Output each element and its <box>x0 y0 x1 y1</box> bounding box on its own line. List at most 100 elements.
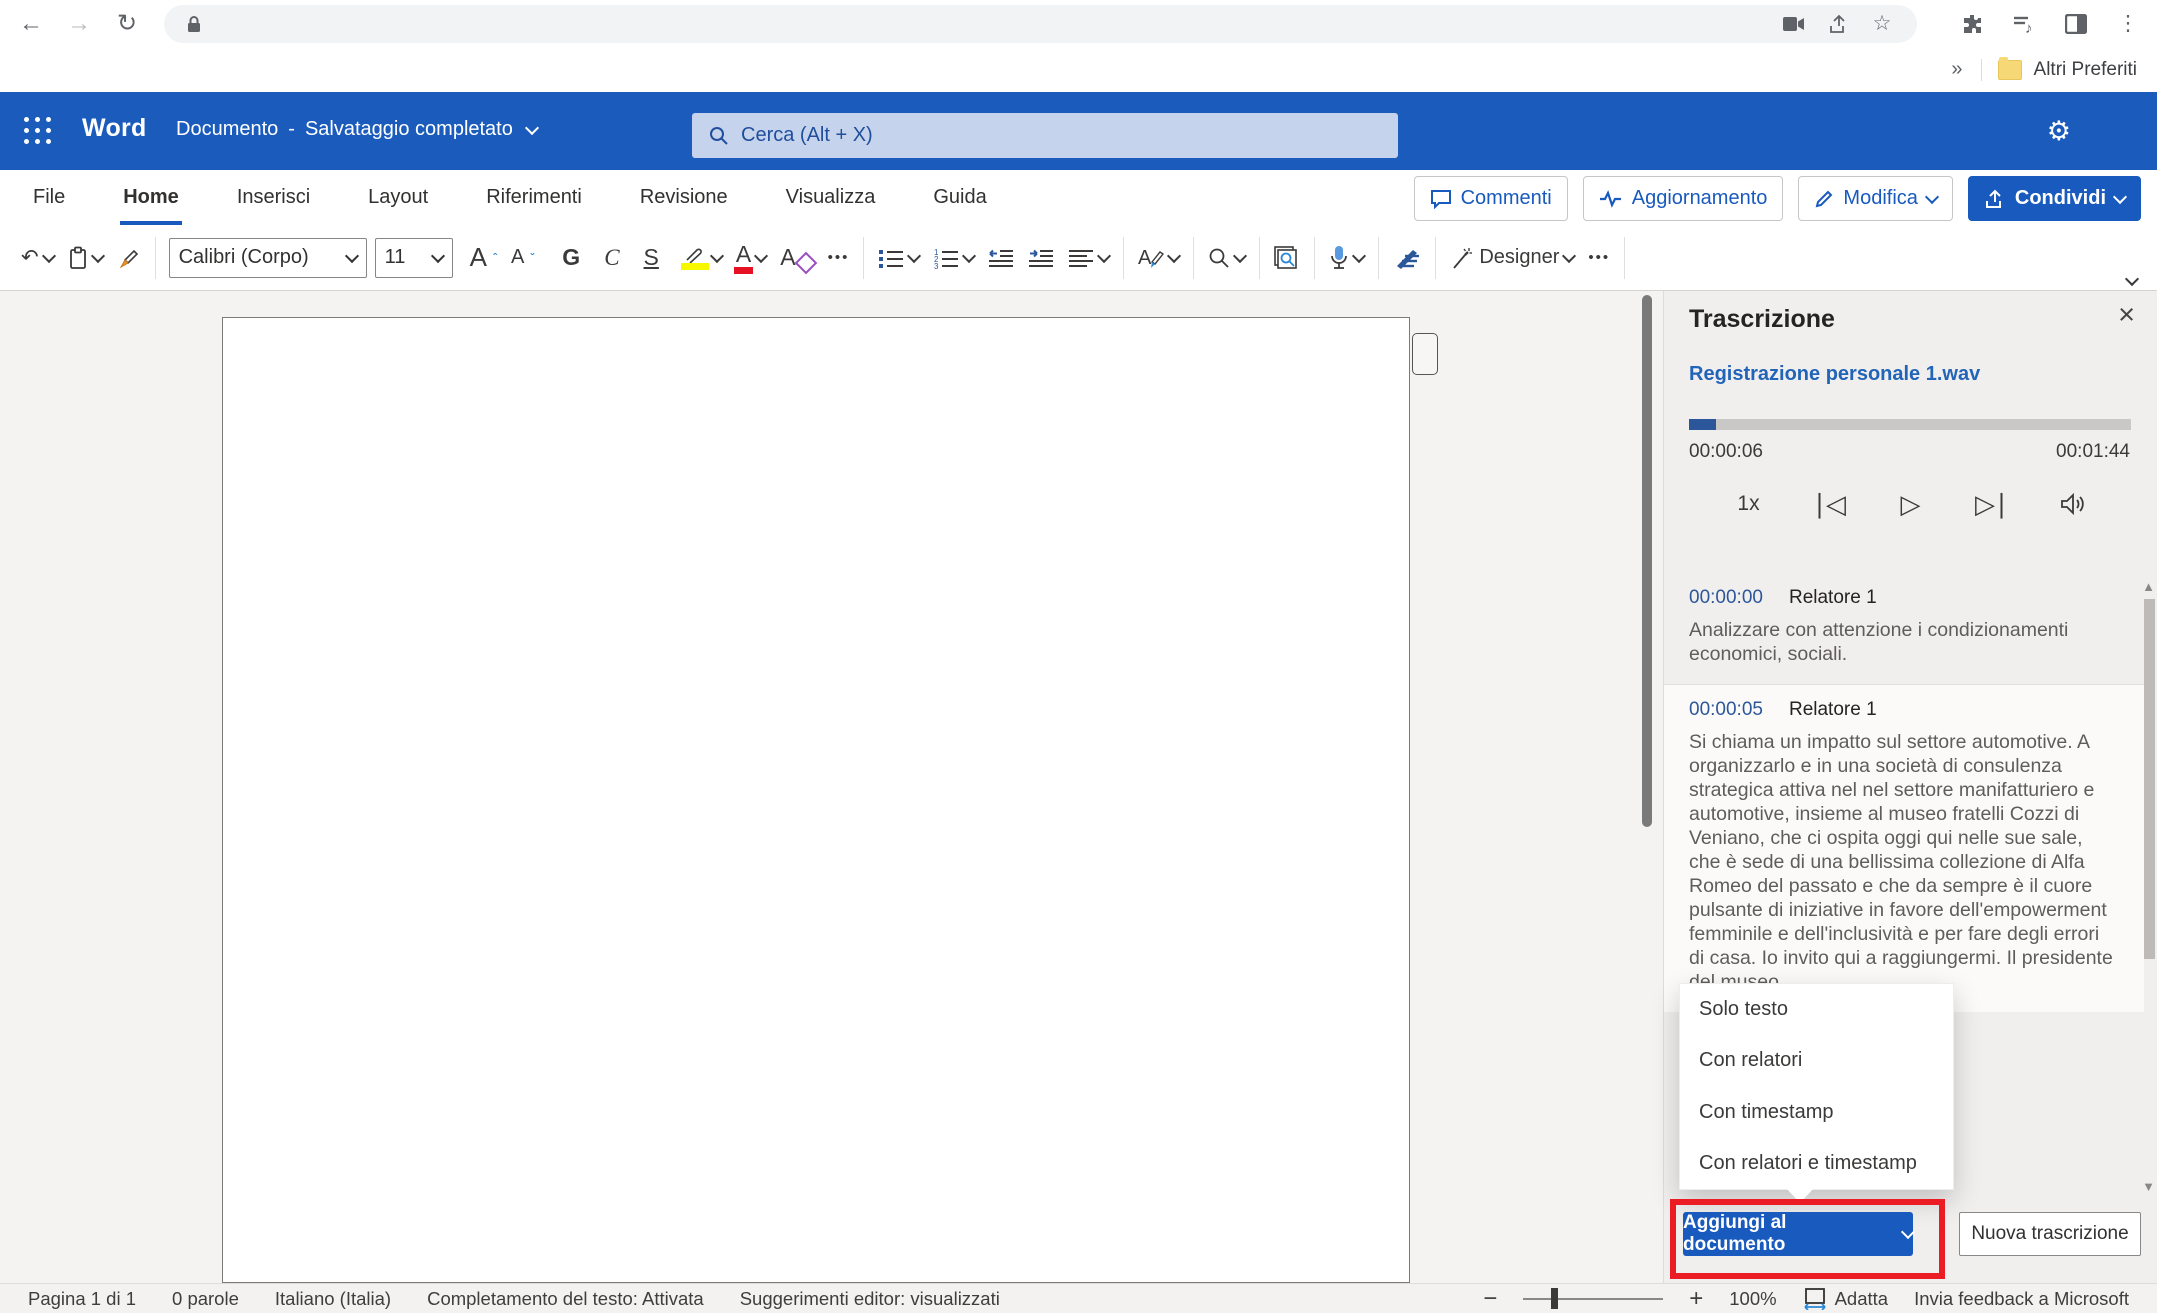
italic-button[interactable]: C <box>597 239 626 277</box>
bookmarks-overflow-button[interactable]: » <box>1951 58 1962 81</box>
comments-button[interactable]: Commenti <box>1414 176 1568 221</box>
editor-suggestions-status[interactable]: Suggerimenti editor: visualizzati <box>740 1288 1000 1310</box>
mode-button[interactable]: Modifica <box>1798 176 1952 221</box>
shrink-font-button[interactable]: Aˇ <box>504 240 541 275</box>
grow-font-button[interactable]: Aˆ <box>463 236 504 279</box>
app-name[interactable]: Word <box>82 114 147 143</box>
zoom-slider[interactable] <box>1523 1298 1663 1300</box>
document-name[interactable]: Documento <box>176 118 278 141</box>
more-font-options-button[interactable]: ••• <box>821 243 857 272</box>
catch-up-button[interactable]: Aggiornamento <box>1583 176 1784 221</box>
styles-button[interactable]: A <box>1131 240 1186 276</box>
extensions-puzzle-icon[interactable] <box>1957 9 1987 39</box>
immersive-reader-button[interactable] <box>1267 240 1307 276</box>
document-title[interactable]: Documento - Salvataggio completato <box>176 118 537 141</box>
highlight-button[interactable] <box>676 240 729 276</box>
browser-forward-button[interactable]: → <box>62 7 96 41</box>
transcript-segment[interactable]: 00:00:05 Relatore 1 Si chiama un impatto… <box>1664 685 2144 1012</box>
bullet-list-button[interactable] <box>871 241 926 275</box>
language-indicator[interactable]: Italiano (Italia) <box>275 1288 391 1310</box>
fit-to-page-button[interactable]: Adatta <box>1803 1288 1889 1310</box>
segment-timestamp[interactable]: 00:00:05 <box>1689 699 1763 721</box>
tab-riferimenti[interactable]: Riferimenti <box>483 170 585 225</box>
transcript-scroll-down-icon[interactable]: ▼ <box>2142 1179 2155 1194</box>
browser-toolbar: ← → ↻ ☆ ♪ ⋮ <box>0 0 2157 47</box>
browser-back-button[interactable]: ← <box>14 7 48 41</box>
audio-progress-bar[interactable] <box>1689 419 2131 430</box>
title-chevron-icon[interactable] <box>525 120 539 134</box>
clear-formatting-button[interactable]: A <box>773 238 820 277</box>
segment-timestamp[interactable]: 00:00:00 <box>1689 587 1763 609</box>
underline-button[interactable]: S <box>637 238 666 277</box>
zoom-slider-thumb[interactable] <box>1551 1288 1558 1309</box>
menu-item-solo-testo[interactable]: Solo testo <box>1680 984 1953 1035</box>
undo-button[interactable]: ↶ <box>14 239 61 276</box>
document-scrollbar[interactable] <box>1642 295 1652 827</box>
tab-inserisci[interactable]: Inserisci <box>234 170 313 225</box>
segment-text[interactable]: Si chiama un impatto sul settore automot… <box>1689 730 2114 994</box>
font-color-button[interactable]: A <box>729 235 773 280</box>
camera-icon[interactable] <box>1779 9 1809 39</box>
comment-margin-card[interactable] <box>1412 333 1438 375</box>
more-toolbar-button[interactable]: ••• <box>1581 243 1617 272</box>
volume-icon[interactable] <box>2056 487 2090 521</box>
tab-visualizza[interactable]: Visualizza <box>783 170 879 225</box>
toolbar-separator <box>1435 237 1436 279</box>
next-segment-button[interactable]: ▷∣ <box>1975 487 2009 521</box>
collapse-ribbon-icon[interactable] <box>2125 272 2139 286</box>
font-size-select[interactable]: 11 <box>375 238 453 278</box>
word-count[interactable]: 0 parole <box>172 1288 239 1310</box>
share-button[interactable]: Condividi <box>1968 176 2141 221</box>
tab-home[interactable]: Home <box>120 170 182 225</box>
app-launcher-icon[interactable] <box>18 111 58 151</box>
share-page-icon[interactable] <box>1823 9 1853 39</box>
audio-file-link[interactable]: Registrazione personale 1.wav <box>1689 363 1980 386</box>
playback-speed-button[interactable]: 1x <box>1732 487 1766 521</box>
tab-guida[interactable]: Guida <box>930 170 989 225</box>
find-button[interactable] <box>1201 241 1252 275</box>
text-completion-status[interactable]: Completamento del testo: Attivata <box>427 1288 704 1310</box>
increase-indent-button[interactable] <box>1021 241 1061 275</box>
alignment-button[interactable] <box>1061 242 1116 274</box>
zoom-in-button[interactable]: + <box>1689 1285 1703 1313</box>
designer-button[interactable]: Designer <box>1443 240 1581 276</box>
transcript-scroll-up-icon[interactable]: ▲ <box>2142 579 2155 594</box>
bookmark-star-icon[interactable]: ☆ <box>1867 9 1897 39</box>
playlist-icon[interactable]: ♪ <box>2009 9 2039 39</box>
shrink-font-letter: A <box>511 246 524 269</box>
zoom-out-button[interactable]: − <box>1483 1285 1497 1313</box>
format-painter-button[interactable] <box>110 240 148 276</box>
add-to-document-button[interactable]: Aggiungi al documento <box>1683 1212 1913 1256</box>
segment-text[interactable]: Analizzare con attenzione i condizioname… <box>1689 618 2114 666</box>
new-transcription-button[interactable]: Nuova trascrizione <box>1959 1212 2141 1256</box>
close-icon[interactable]: × <box>2118 301 2135 330</box>
zoom-level[interactable]: 100% <box>1729 1288 1776 1310</box>
side-panel-icon[interactable] <box>2061 9 2091 39</box>
browser-reload-button[interactable]: ↻ <box>110 7 144 41</box>
transcript-scrollbar[interactable] <box>2144 599 2155 959</box>
transcript-segment[interactable]: 00:00:00 Relatore 1 Analizzare con atten… <box>1664 573 2144 685</box>
address-bar[interactable]: ☆ <box>164 5 1917 43</box>
bold-button[interactable]: G <box>555 238 587 277</box>
tab-layout[interactable]: Layout <box>365 170 431 225</box>
menu-item-con-relatori[interactable]: Con relatori <box>1680 1035 1953 1086</box>
play-button[interactable]: ▷ <box>1894 487 1928 521</box>
previous-segment-button[interactable]: ∣◁ <box>1813 487 1847 521</box>
font-name-select[interactable]: Calibri (Corpo) <box>169 238 367 278</box>
decrease-indent-button[interactable] <box>981 241 1021 275</box>
tab-revisione[interactable]: Revisione <box>637 170 731 225</box>
feedback-link[interactable]: Invia feedback a Microsoft <box>1914 1288 2129 1310</box>
paste-button[interactable] <box>61 240 110 276</box>
bookmarks-folder-label[interactable]: Altri Preferiti <box>2034 59 2137 81</box>
menu-item-con-timestamp[interactable]: Con timestamp <box>1680 1087 1953 1138</box>
menu-item-con-relatori-e-timestamp[interactable]: Con relatori e timestamp <box>1680 1138 1953 1189</box>
tab-file[interactable]: File <box>30 170 68 225</box>
numbered-list-button[interactable]: 123 <box>926 241 981 275</box>
editor-button[interactable] <box>1386 240 1428 276</box>
document-page[interactable] <box>222 317 1410 1283</box>
browser-menu-icon[interactable]: ⋮ <box>2113 9 2143 39</box>
settings-gear-icon[interactable]: ⚙ <box>2047 116 2071 147</box>
dictate-button[interactable] <box>1322 239 1371 277</box>
search-input[interactable]: Cerca (Alt + X) <box>692 113 1398 158</box>
page-count[interactable]: Pagina 1 di 1 <box>28 1288 136 1310</box>
